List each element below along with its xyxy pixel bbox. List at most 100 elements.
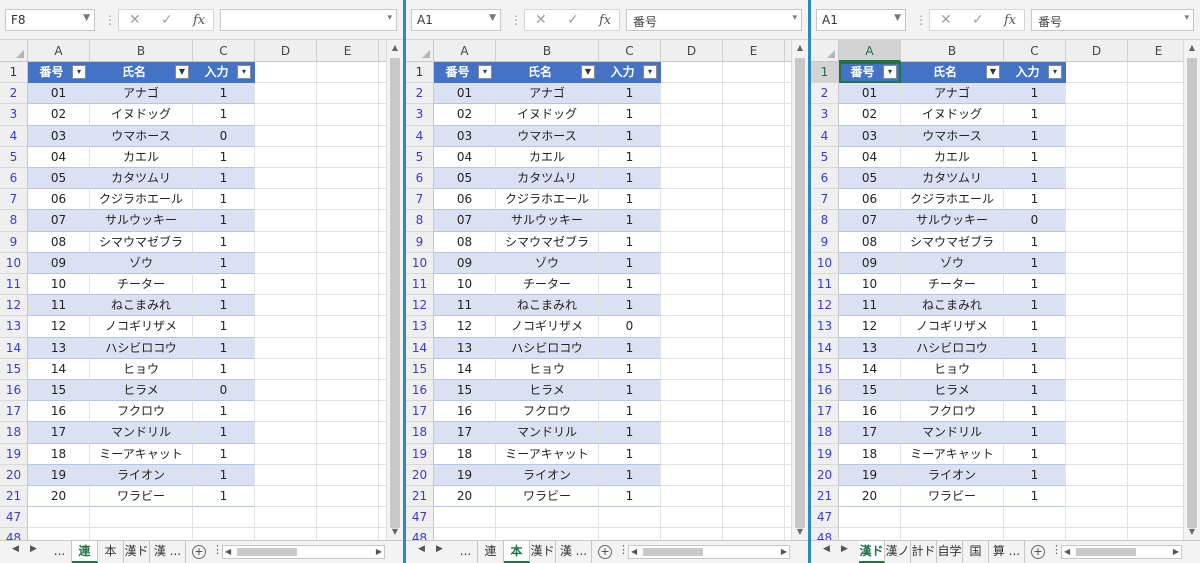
input-cell[interactable]: 1: [599, 168, 661, 190]
scroll-down-icon[interactable]: ▼: [792, 524, 808, 540]
name-cell[interactable]: ハシビロコウ: [901, 337, 1004, 359]
empty-cell[interactable]: [723, 189, 785, 211]
row-header[interactable]: 21: [0, 486, 28, 508]
id-cell[interactable]: 17: [839, 422, 901, 444]
row-header[interactable]: 20: [406, 464, 434, 486]
empty-cell[interactable]: [317, 104, 379, 126]
empty-cell[interactable]: [723, 274, 785, 296]
name-cell[interactable]: ゾウ: [496, 252, 599, 274]
empty-cell[interactable]: [661, 83, 723, 105]
id-cell[interactable]: 08: [434, 231, 496, 253]
formula-input[interactable]: 番号 ▾: [626, 9, 802, 31]
empty-cell[interactable]: [661, 189, 723, 211]
filter-dropdown-icon[interactable]: ▾: [883, 65, 897, 79]
input-cell[interactable]: 1: [193, 401, 255, 423]
next-sheet-icon[interactable]: ▶: [30, 544, 37, 554]
sheet-tab[interactable]: 漢 ...: [150, 541, 186, 563]
empty-cell[interactable]: [1066, 337, 1128, 359]
empty-cell[interactable]: [1066, 401, 1128, 423]
empty-cell[interactable]: [1066, 380, 1128, 402]
row-header[interactable]: 12: [0, 295, 28, 317]
empty-cell[interactable]: [723, 422, 785, 444]
name-cell[interactable]: ハシビロコウ: [496, 337, 599, 359]
empty-cell[interactable]: [317, 337, 379, 359]
column-header-d[interactable]: D: [255, 40, 317, 62]
chevron-down-icon[interactable]: ▼: [83, 13, 90, 23]
empty-cell[interactable]: [661, 337, 723, 359]
empty-cell[interactable]: [255, 274, 317, 296]
row-header[interactable]: 17: [811, 401, 839, 423]
input-cell[interactable]: 0: [193, 125, 255, 147]
row-header[interactable]: 7: [406, 189, 434, 211]
prev-sheet-icon[interactable]: ◀: [12, 544, 19, 554]
sheet-tab[interactable]: 連: [72, 541, 98, 563]
empty-cell[interactable]: [255, 358, 317, 380]
input-cell[interactable]: 1: [1004, 146, 1066, 168]
id-cell[interactable]: 15: [434, 380, 496, 402]
input-cell[interactable]: 1: [599, 125, 661, 147]
input-cell[interactable]: 1: [193, 443, 255, 465]
empty-cell[interactable]: [255, 380, 317, 402]
name-cell[interactable]: アナゴ: [496, 83, 599, 105]
name-cell[interactable]: カタツムリ: [90, 168, 193, 190]
row-header[interactable]: 47: [0, 507, 28, 529]
name-cell[interactable]: ミーアキャット: [90, 443, 193, 465]
name-cell[interactable]: ライオン: [901, 464, 1004, 486]
empty-cell[interactable]: [317, 401, 379, 423]
empty-cell[interactable]: [723, 443, 785, 465]
empty-cell[interactable]: [661, 125, 723, 147]
name-cell[interactable]: ヒョウ: [496, 358, 599, 380]
name-cell[interactable]: サルウッキー: [496, 210, 599, 232]
empty-cell[interactable]: [901, 507, 1004, 529]
empty-cell[interactable]: [723, 337, 785, 359]
name-cell[interactable]: ノコギリザメ: [901, 316, 1004, 338]
name-cell[interactable]: マンドリル: [496, 422, 599, 444]
id-cell[interactable]: 16: [434, 401, 496, 423]
empty-cell[interactable]: [1066, 443, 1128, 465]
name-cell[interactable]: ヒラメ: [90, 380, 193, 402]
row-header[interactable]: 16: [406, 380, 434, 402]
empty-cell[interactable]: [1066, 486, 1128, 508]
empty-cell[interactable]: [434, 507, 496, 529]
empty-cell[interactable]: [255, 295, 317, 317]
input-cell[interactable]: 1: [1004, 401, 1066, 423]
chevron-down-icon[interactable]: ▾: [387, 13, 392, 23]
id-cell[interactable]: 01: [434, 83, 496, 105]
row-header[interactable]: 5: [811, 146, 839, 168]
id-cell[interactable]: 07: [434, 210, 496, 232]
name-cell[interactable]: フクロウ: [901, 401, 1004, 423]
empty-cell[interactable]: [723, 401, 785, 423]
empty-cell[interactable]: [1066, 295, 1128, 317]
id-cell[interactable]: 04: [839, 146, 901, 168]
empty-cell[interactable]: [317, 274, 379, 296]
empty-cell[interactable]: [317, 316, 379, 338]
name-box[interactable]: F8 ▼: [5, 9, 95, 31]
empty-cell[interactable]: [661, 507, 723, 529]
empty-cell[interactable]: [723, 104, 785, 126]
empty-cell[interactable]: [661, 252, 723, 274]
filter-active-icon[interactable]: ▼: [986, 65, 1000, 79]
column-header-c[interactable]: C: [193, 40, 255, 62]
scroll-up-icon[interactable]: ▲: [792, 40, 808, 56]
empty-cell[interactable]: [723, 464, 785, 486]
scroll-up-icon[interactable]: ▲: [1184, 40, 1200, 56]
chevron-down-icon[interactable]: ▾: [792, 13, 797, 23]
name-cell[interactable]: ノコギリザメ: [496, 316, 599, 338]
empty-cell[interactable]: [1128, 316, 1190, 338]
row-header[interactable]: 20: [811, 464, 839, 486]
name-cell[interactable]: フクロウ: [496, 401, 599, 423]
table-header-cell[interactable]: 氏名 ▼: [90, 62, 193, 84]
empty-cell[interactable]: [661, 231, 723, 253]
id-cell[interactable]: 06: [28, 189, 90, 211]
row-header[interactable]: 3: [0, 104, 28, 126]
empty-cell[interactable]: [255, 337, 317, 359]
name-cell[interactable]: イヌドッグ: [90, 104, 193, 126]
input-cell[interactable]: 1: [599, 380, 661, 402]
name-box[interactable]: A1 ▼: [816, 9, 906, 31]
id-cell[interactable]: 09: [434, 252, 496, 274]
scroll-down-icon[interactable]: ▼: [387, 524, 403, 540]
id-cell[interactable]: 16: [28, 401, 90, 423]
empty-cell[interactable]: [255, 168, 317, 190]
row-header[interactable]: 19: [811, 443, 839, 465]
scroll-left-icon[interactable]: ◀: [1064, 546, 1070, 558]
